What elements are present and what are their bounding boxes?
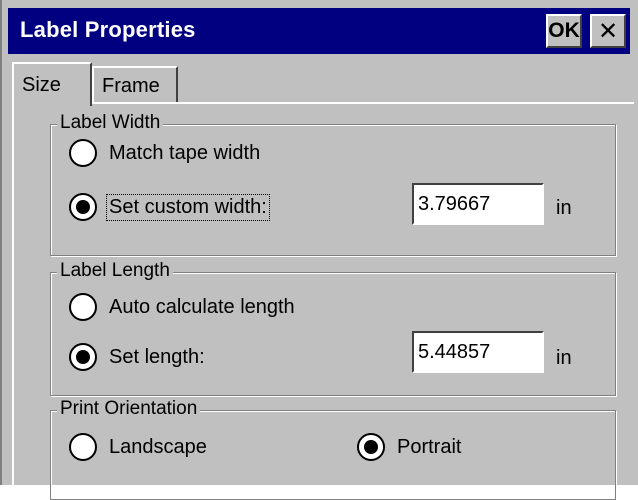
label-length-group-title: Label Length: [57, 260, 173, 282]
radio-button[interactable]: [69, 139, 97, 167]
label-properties-window: Label Properties OK ✕ Frame Size Label W…: [0, 0, 638, 500]
label-width-group: Label Width Match tape width Set custom …: [50, 112, 616, 256]
set-custom-width-label: Set custom width:: [106, 193, 270, 221]
radio-button-selected[interactable]: [69, 343, 97, 371]
radio-button[interactable]: [69, 293, 97, 321]
match-tape-width-label: Match tape width: [109, 141, 261, 164]
landscape-radio[interactable]: Landscape: [69, 433, 209, 461]
match-tape-width-radio[interactable]: Match tape width: [69, 139, 262, 167]
label-length-group: Label Length Auto calculate length Set l…: [50, 260, 616, 396]
portrait-label: Portrait: [397, 435, 462, 458]
window-title: Label Properties: [20, 17, 196, 42]
window-edge: [0, 0, 4, 485]
set-custom-width-radio[interactable]: Set custom width:: [69, 193, 270, 221]
auto-calculate-length-radio[interactable]: Auto calculate length: [69, 293, 297, 321]
ok-button[interactable]: OK: [546, 14, 582, 48]
label-width-group-title: Label Width: [57, 112, 164, 134]
print-orientation-group-title: Print Orientation: [57, 398, 201, 420]
landscape-label: Landscape: [109, 435, 207, 458]
custom-width-input[interactable]: [412, 183, 544, 225]
radio-button[interactable]: [69, 433, 97, 461]
size-tab-panel: Label Width Match tape width Set custom …: [12, 102, 634, 500]
set-length-label: Set length:: [109, 345, 205, 368]
radio-button-selected[interactable]: [69, 193, 97, 221]
title-bar: Label Properties OK ✕: [8, 8, 630, 54]
width-unit-label: in: [556, 197, 572, 219]
print-orientation-group: Print Orientation Landscape Portrait: [50, 398, 616, 500]
portrait-radio[interactable]: Portrait: [357, 433, 463, 461]
set-length-radio[interactable]: Set length:: [69, 343, 207, 371]
tab-frame[interactable]: Frame: [92, 66, 178, 104]
length-unit-label: in: [556, 347, 572, 369]
tab-strip: Frame Size: [12, 62, 632, 106]
auto-calculate-length-label: Auto calculate length: [109, 295, 295, 318]
radio-button-selected[interactable]: [357, 433, 385, 461]
close-button[interactable]: ✕: [590, 14, 626, 48]
tab-size[interactable]: Size: [12, 62, 92, 106]
length-input[interactable]: [412, 331, 544, 373]
close-icon: ✕: [597, 17, 619, 45]
